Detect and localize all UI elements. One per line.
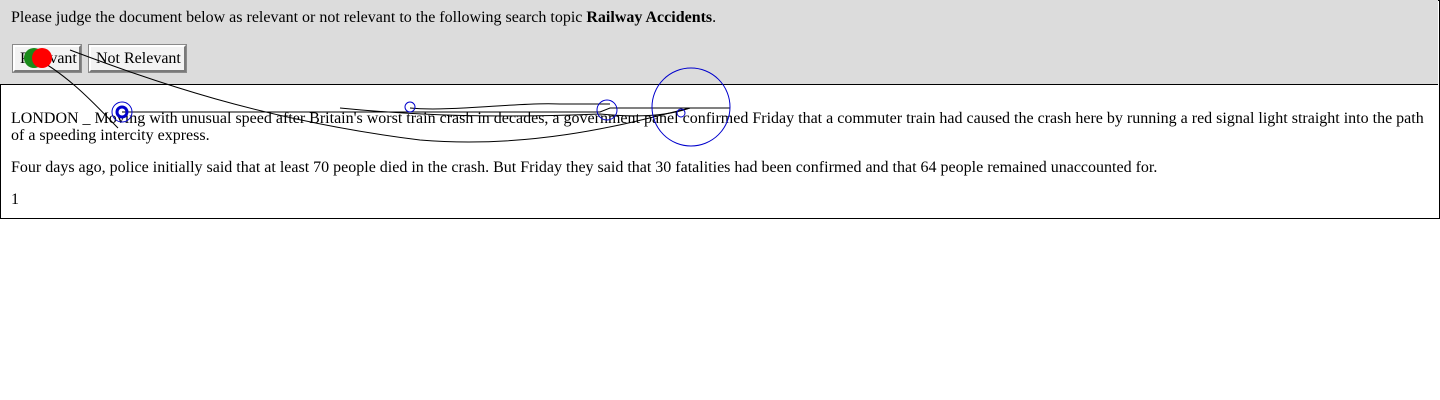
- document-paragraph: Four days ago, police initially said tha…: [11, 159, 1158, 176]
- relevant-button[interactable]: Relevant: [12, 44, 82, 73]
- instruction-end: .: [712, 9, 717, 26]
- document-paragraph: LONDON _ Moving with unusual speed after…: [11, 110, 1424, 144]
- page-number: 1: [11, 191, 19, 208]
- search-topic: Railway Accidents: [586, 9, 713, 26]
- not-relevant-button[interactable]: Not Relevant: [88, 44, 187, 73]
- instruction-lead: Please judge the document below as relev…: [11, 9, 587, 26]
- document-body: LONDON _ Moving with unusual speed after…: [11, 110, 1429, 223]
- judgement-header: Please judge the document below as relev…: [0, 0, 1438, 85]
- instruction-text: Please judge the document below as relev…: [11, 8, 716, 28]
